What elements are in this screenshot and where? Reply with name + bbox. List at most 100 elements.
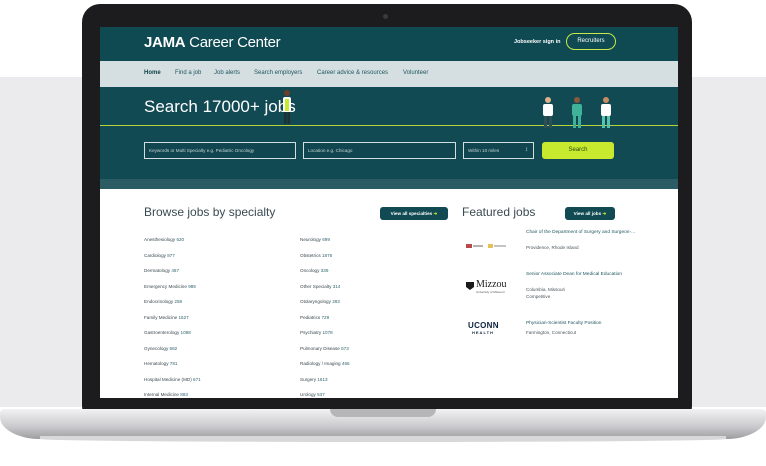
specialty-count: 466 bbox=[341, 361, 350, 366]
specialty-link[interactable]: Hematology 781 bbox=[144, 361, 177, 366]
specialty-name: Surgery bbox=[300, 376, 317, 382]
featured-job-location-3: Farmington, Connecticut bbox=[526, 330, 577, 335]
specialty-link[interactable]: Obstetrics 1876 bbox=[300, 253, 332, 258]
specialty-link[interactable]: Endocrinology 258 bbox=[144, 299, 182, 304]
specialty-link[interactable]: Oncology 339 bbox=[300, 268, 328, 273]
specialty-link[interactable]: Internal Medicine 883 bbox=[144, 392, 188, 397]
arrow-right-icon: ➔ bbox=[433, 211, 438, 216]
specialty-count: 314 bbox=[332, 283, 341, 289]
specialty-link[interactable]: Dermatology 467 bbox=[144, 268, 179, 273]
specialty-link[interactable]: Gynecology 582 bbox=[144, 346, 177, 351]
main-content: Browse jobs by specialty View all specia… bbox=[100, 189, 678, 398]
featured-job-salary-2: Competitive bbox=[526, 294, 551, 299]
view-all-specialties-label: View all specialties bbox=[390, 211, 433, 216]
specialty-name: Cardiology bbox=[144, 252, 166, 258]
uconn-wordmark: UCONN bbox=[468, 321, 499, 330]
specialty-count: 467 bbox=[171, 268, 179, 273]
specialty-count: 283 bbox=[332, 299, 340, 304]
specialty-count: 883 bbox=[180, 392, 188, 397]
specialty-count: 1078 bbox=[322, 330, 333, 335]
specialty-link[interactable]: Radiology / Imaging 466 bbox=[300, 361, 350, 366]
camera-dot bbox=[383, 14, 388, 19]
specialty-count: 729 bbox=[321, 314, 330, 320]
nav-job-alerts[interactable]: Job alerts bbox=[214, 70, 240, 76]
medical-team-illustration bbox=[543, 97, 611, 128]
specialty-name: Otolaryngology bbox=[300, 299, 331, 304]
specialty-name: Anesthesiology bbox=[144, 237, 176, 242]
employer-logo-hospital[interactable] bbox=[466, 237, 508, 255]
specialty-name: Family Medicine bbox=[144, 314, 178, 320]
jobseeker-signin-link[interactable]: Jobseeker sign in bbox=[514, 39, 560, 45]
browse-title: Browse jobs by specialty bbox=[144, 205, 276, 219]
specialty-link[interactable]: Gastroenterology 1098 bbox=[144, 330, 191, 335]
specialty-count: 877 bbox=[167, 252, 175, 258]
featured-job-title-1[interactable]: Chair of the Department of Surgery and S… bbox=[526, 229, 636, 236]
specialty-link[interactable]: Pulmonary Disease 573 bbox=[300, 346, 349, 351]
specialty-name: Hospital Medicine (MD) bbox=[144, 376, 192, 382]
specialty-link[interactable]: Other Specialty 314 bbox=[300, 284, 340, 289]
specialty-name: Gastroenterology bbox=[144, 330, 180, 335]
nav-find-job[interactable]: Find a job bbox=[175, 70, 201, 76]
specialty-count: 989 bbox=[188, 283, 196, 289]
specialty-count: 699 bbox=[322, 237, 330, 242]
specialty-link[interactable]: Psychiatry 1078 bbox=[300, 330, 333, 335]
featured-job-location-2: Columbia, Missouri bbox=[526, 287, 566, 292]
recruiters-button[interactable]: Recruiters bbox=[566, 33, 616, 50]
specialty-link[interactable]: Pediatrics 729 bbox=[300, 315, 329, 320]
featured-job-title-2[interactable]: Senior Associate Dean for Medical Educat… bbox=[526, 271, 636, 278]
mizzou-wordmark: Mizzou bbox=[476, 279, 507, 290]
specialty-count: 258 bbox=[174, 299, 183, 304]
nav-volunteer[interactable]: Volunteer bbox=[403, 70, 428, 76]
specialty-count: 1613 bbox=[317, 376, 328, 382]
specialty-link[interactable]: Neurology 699 bbox=[300, 237, 330, 242]
specialty-name: Urology bbox=[300, 392, 316, 397]
specialty-name: Internal Medicine bbox=[144, 392, 179, 397]
keywords-input[interactable]: Keywords or Multi Specialty e.g. Pediatr… bbox=[144, 142, 296, 159]
featured-job-title-3[interactable]: Physician-Scientist Faculty Position bbox=[526, 320, 636, 327]
specialty-count: 339 bbox=[320, 268, 329, 273]
specialty-name: Radiology / Imaging bbox=[300, 361, 341, 366]
specialty-name: Pulmonary Disease bbox=[300, 345, 340, 351]
radius-select[interactable]: Within 10 miles ↕ bbox=[463, 142, 534, 159]
view-all-specialties-button[interactable]: View all specialties ➔ bbox=[380, 207, 448, 220]
specialty-link[interactable]: Surgery 1613 bbox=[300, 377, 328, 382]
view-all-jobs-button[interactable]: View all jobs ➔ bbox=[565, 207, 615, 220]
specialty-link[interactable]: Hospital Medicine (MD) 671 bbox=[144, 377, 201, 382]
specialty-count: 620 bbox=[176, 237, 185, 242]
specialty-name: Obstetrics bbox=[300, 252, 321, 258]
specialty-link[interactable]: Anesthesiology 620 bbox=[144, 237, 184, 242]
hero-title: Search 17000+ jobs bbox=[144, 97, 296, 116]
radius-value: Within 10 miles bbox=[468, 148, 500, 153]
specialty-link[interactable]: Family Medicine 1627 bbox=[144, 315, 189, 320]
specialty-count: 1876 bbox=[321, 252, 333, 258]
specialty-name: Pediatrics bbox=[300, 314, 321, 320]
specialty-count: 1627 bbox=[178, 314, 189, 320]
specialty-count: 582 bbox=[169, 345, 178, 351]
location-input[interactable]: Location e.g. Chicago bbox=[303, 142, 456, 159]
hero-footer-band bbox=[100, 179, 678, 189]
nav-search-employers[interactable]: Search employers bbox=[254, 70, 302, 76]
specialty-name: Neurology bbox=[300, 237, 321, 242]
doctor-illustration bbox=[283, 90, 291, 124]
specialty-name: Psychiatry bbox=[300, 330, 322, 335]
site-logo[interactable]: JAMA Career Center bbox=[144, 34, 281, 51]
shield-icon bbox=[466, 282, 474, 290]
view-all-jobs-label: View all jobs bbox=[573, 211, 602, 216]
nav-home[interactable]: Home bbox=[144, 70, 161, 76]
specialty-link[interactable]: Cardiology 877 bbox=[144, 253, 175, 258]
specialty-count: 671 bbox=[193, 376, 201, 382]
search-button[interactable]: Search bbox=[542, 142, 614, 159]
site-header: JAMA Career Center Jobseeker sign in Rec… bbox=[100, 27, 678, 61]
specialty-count: 573 bbox=[341, 345, 349, 351]
specialty-name: Hematology bbox=[144, 361, 169, 366]
laptop-screen: JAMA Career Center Jobseeker sign in Rec… bbox=[100, 27, 678, 398]
laptop-shadow bbox=[40, 436, 726, 442]
specialty-link[interactable]: Emergency Medicine 989 bbox=[144, 284, 196, 289]
hospital-logo-icon bbox=[466, 244, 506, 248]
specialty-name: Emergency Medicine bbox=[144, 283, 187, 289]
specialty-count: 537 bbox=[317, 392, 325, 397]
specialty-link[interactable]: Urology 537 bbox=[300, 392, 325, 397]
featured-job-location-1: Providence, Rhode Island bbox=[526, 245, 579, 250]
specialty-link[interactable]: Otolaryngology 283 bbox=[300, 299, 340, 304]
nav-career-advice[interactable]: Career advice & resources bbox=[317, 70, 388, 76]
